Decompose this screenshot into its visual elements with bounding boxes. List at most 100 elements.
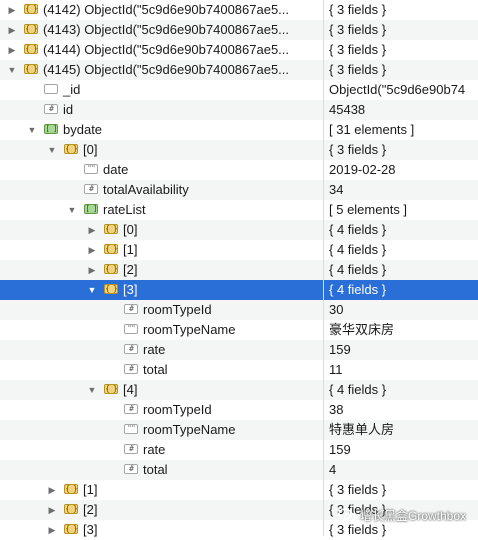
- number-type-icon: #: [124, 444, 138, 454]
- tree-row[interactable]: ▶ { } (4142) ObjectId("5c9d6e90b7400867ae5…: [0, 0, 478, 20]
- tree-row[interactable]: ▶ { } [2] { 4 fields }: [0, 260, 478, 280]
- field-value: 159: [329, 342, 351, 357]
- expand-arrow-icon[interactable]: ▶: [6, 20, 18, 40]
- field-value: { 3 fields }: [329, 482, 387, 497]
- number-type-icon: #: [84, 184, 98, 194]
- field-key: total: [143, 462, 168, 477]
- tree-row[interactable]: ▶ { } (4144) ObjectId("5c9d6e90b7400867ae5…: [0, 40, 478, 60]
- tree-row[interactable]: ▶ { } (4143) ObjectId("5c9d6e90b7400867ae5…: [0, 20, 478, 40]
- expand-arrow-icon[interactable]: ▶: [86, 220, 98, 240]
- collapse-arrow-icon[interactable]: ▼: [46, 140, 58, 160]
- field-value: 11: [329, 362, 343, 377]
- field-value: { 3 fields }: [329, 2, 387, 17]
- tree-row[interactable]: # rate 159: [0, 440, 478, 460]
- field-value: 2019-02-28: [329, 162, 396, 177]
- expand-arrow-icon[interactable]: ▶: [46, 520, 58, 540]
- field-value: 34: [329, 182, 344, 197]
- number-type-icon: #: [124, 464, 138, 474]
- field-key: id: [63, 102, 74, 117]
- expand-arrow-icon[interactable]: ▶: [86, 240, 98, 260]
- tree-row[interactable]: _id ObjectId("5c9d6e90b74: [0, 80, 478, 100]
- expand-arrow-icon[interactable]: ▶: [6, 0, 18, 20]
- tree-row[interactable]: ▼ { } (4145) ObjectId("5c9d6e90b7400867ae5…: [0, 60, 478, 80]
- object-type-icon: { }: [64, 524, 78, 534]
- tree-row[interactable]: ▶ { } [1] { 3 fields }: [0, 480, 478, 500]
- tree-row[interactable]: # total 4: [0, 460, 478, 480]
- field-value: 特惠单人房: [329, 422, 395, 437]
- watermark: 增长黑盒Growthbox: [338, 505, 478, 527]
- tree-row[interactable]: # id 45438: [0, 100, 478, 120]
- field-key: [1]: [123, 242, 138, 257]
- field-value: { 4 fields }: [329, 222, 387, 237]
- field-key: roomTypeId: [143, 302, 212, 317]
- field-key: date: [103, 162, 129, 177]
- object-type-icon: { }: [104, 244, 118, 254]
- field-value: 45438: [329, 102, 366, 117]
- field-key: _id: [63, 82, 81, 97]
- field-key: rate: [143, 342, 166, 357]
- tree-row[interactable]: # roomTypeId 30: [0, 300, 478, 320]
- tree-row[interactable]: # roomTypeId 38: [0, 400, 478, 420]
- object-type-icon: { }: [64, 144, 78, 154]
- number-type-icon: #: [44, 104, 58, 114]
- collapse-arrow-icon[interactable]: ▼: [66, 200, 78, 220]
- document-tree: ▶ { } (4142) ObjectId("5c9d6e90b7400867ae5…: [0, 0, 478, 540]
- tree-row[interactable]: ▶ { } [1] { 4 fields }: [0, 240, 478, 260]
- string-type-icon: "": [124, 424, 138, 434]
- expand-arrow-icon[interactable]: ▶: [46, 480, 58, 500]
- tree-row[interactable]: "" roomTypeName 豪华双床房: [0, 320, 478, 340]
- number-type-icon: #: [124, 404, 138, 414]
- expand-arrow-icon[interactable]: ▶: [46, 500, 58, 520]
- expand-arrow-icon[interactable]: ▶: [86, 260, 98, 280]
- column-divider[interactable]: [323, 0, 324, 536]
- array-type-icon: [ ]: [84, 204, 98, 214]
- field-key: [0]: [123, 222, 138, 237]
- object-type-icon: { }: [64, 484, 78, 494]
- field-value: 38: [329, 402, 344, 417]
- expand-arrow-icon[interactable]: ▶: [6, 40, 18, 60]
- field-key: roomTypeName: [143, 422, 236, 437]
- collapse-arrow-icon[interactable]: ▼: [26, 120, 38, 140]
- number-type-icon: #: [124, 364, 138, 374]
- object-type-icon: { }: [104, 224, 118, 234]
- watermark-text: 增长黑盒Growthbox: [360, 509, 467, 523]
- tree-row[interactable]: ▼ { } [4] { 4 fields }: [0, 380, 478, 400]
- field-value: 4: [329, 462, 337, 477]
- object-type-icon: { }: [64, 504, 78, 514]
- field-key: [4]: [123, 382, 138, 397]
- tree-row-selected[interactable]: ▼ { } [3] { 4 fields }: [0, 280, 478, 300]
- tree-row[interactable]: # totalAvailability 34: [0, 180, 478, 200]
- field-value: { 4 fields }: [329, 382, 387, 397]
- tree-row[interactable]: ▶ { } [0] { 4 fields }: [0, 220, 478, 240]
- field-key: (4143) ObjectId("5c9d6e90b7400867ae5...: [43, 22, 290, 37]
- field-key: roomTypeName: [143, 322, 236, 337]
- tree-row[interactable]: # total 11: [0, 360, 478, 380]
- tree-row[interactable]: ▼ { } [0] { 3 fields }: [0, 140, 478, 160]
- field-value: { 4 fields }: [329, 242, 387, 257]
- object-type-icon: { }: [24, 44, 38, 54]
- field-key: [3]: [83, 522, 98, 537]
- field-value: { 3 fields }: [329, 142, 387, 157]
- field-key: [2]: [83, 502, 98, 517]
- tree-row[interactable]: ▼ [ ] bydate [ 31 elements ]: [0, 120, 478, 140]
- field-value: [ 5 elements ]: [329, 202, 408, 217]
- string-type-icon: "": [84, 164, 98, 174]
- object-type-icon: { }: [104, 284, 118, 294]
- field-value: [ 31 elements ]: [329, 122, 415, 137]
- tree-row[interactable]: # rate 159: [0, 340, 478, 360]
- field-key: bydate: [63, 122, 103, 137]
- collapse-arrow-icon[interactable]: ▼: [86, 280, 98, 300]
- collapse-arrow-icon[interactable]: ▼: [86, 380, 98, 400]
- field-key: total: [143, 362, 168, 377]
- object-type-icon: { }: [24, 24, 38, 34]
- field-value: { 3 fields }: [329, 62, 387, 77]
- field-value: 豪华双床房: [329, 322, 395, 337]
- field-value: 30: [329, 302, 344, 317]
- string-type-icon: "": [124, 324, 138, 334]
- collapse-arrow-icon[interactable]: ▼: [6, 60, 18, 80]
- tree-row[interactable]: "" roomTypeName 特惠单人房: [0, 420, 478, 440]
- tree-row[interactable]: ▼ [ ] rateList [ 5 elements ]: [0, 200, 478, 220]
- object-type-icon: { }: [104, 264, 118, 274]
- field-value: { 3 fields }: [329, 22, 387, 37]
- tree-row[interactable]: "" date 2019-02-28: [0, 160, 478, 180]
